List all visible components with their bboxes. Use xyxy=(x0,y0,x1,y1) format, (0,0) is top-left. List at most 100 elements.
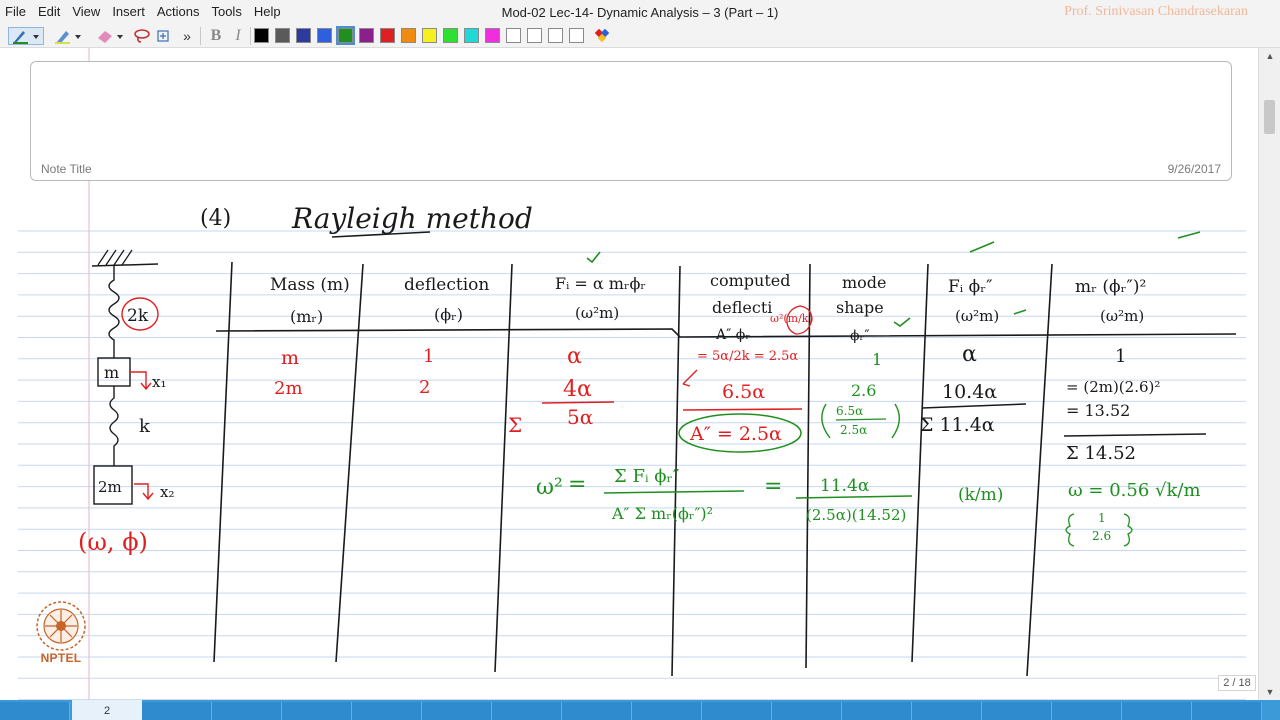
page-tab[interactable] xyxy=(702,702,772,720)
color-swatch[interactable] xyxy=(380,28,395,43)
mode-vector-2: 2.6 xyxy=(1092,529,1111,543)
row2-mphi-b: = 13.52 xyxy=(1066,401,1130,420)
color-swatch[interactable] xyxy=(317,28,332,43)
lasso-icon xyxy=(134,29,150,43)
eraser-tool-button[interactable] xyxy=(92,27,128,45)
color-swatch[interactable] xyxy=(464,28,479,43)
color-swatch[interactable] xyxy=(527,28,542,43)
pen-tool-button[interactable] xyxy=(8,27,44,45)
author-watermark: Prof. Srinivasan Chandrasekaran xyxy=(1064,4,1248,19)
col-computed-header: computed xyxy=(710,271,790,290)
vertical-scrollbar[interactable]: ▲ ▼ xyxy=(1258,48,1280,700)
col-fiphi-sub: (ω²m) xyxy=(955,307,999,325)
page-tab[interactable] xyxy=(982,702,1052,720)
row1-mode: 1 xyxy=(872,350,882,369)
page-tab[interactable] xyxy=(212,702,282,720)
page-tab[interactable] xyxy=(912,702,982,720)
menu-actions[interactable]: Actions xyxy=(152,0,207,24)
boxed-value: A″ = 2.5α xyxy=(689,423,782,445)
page-tab[interactable] xyxy=(562,702,632,720)
scroll-thumb[interactable] xyxy=(1264,100,1275,134)
col-mphi-header: mᵣ (ϕᵣ″)² xyxy=(1075,277,1146,297)
disp1-label: x₁ xyxy=(152,373,166,391)
page-tab[interactable] xyxy=(492,702,562,720)
formula-denominator: A″ Σ mᵣ(ϕᵣ″)² xyxy=(611,504,713,523)
col-computed-sub: deflecti xyxy=(712,298,772,317)
toolbar-separator xyxy=(250,27,251,45)
col-mass-sub: (mᵣ) xyxy=(290,307,323,326)
spring2-label: k xyxy=(139,416,151,437)
col-mode-sub2: ϕᵣ″ xyxy=(850,328,870,344)
lasso-tool-button[interactable] xyxy=(132,27,152,45)
sum-line-computed xyxy=(682,408,803,411)
row1-computed: = 5α/2k = 2.5α xyxy=(697,349,798,364)
row2-defl: 2 xyxy=(419,377,430,398)
mass1-label: m xyxy=(104,363,119,382)
menu-file[interactable]: File xyxy=(0,0,33,24)
color-swatch[interactable] xyxy=(422,28,437,43)
color-swatch[interactable] xyxy=(548,28,563,43)
page-tab[interactable] xyxy=(1192,702,1262,720)
omega-note: ω²(m/k) xyxy=(770,312,813,325)
sum-mphi: Σ 14.52 xyxy=(1066,443,1136,464)
color-swatch[interactable] xyxy=(359,28,374,43)
page-tab[interactable] xyxy=(422,702,492,720)
menu-insert[interactable]: Insert xyxy=(107,0,152,24)
col-computed-sub2: A″ ϕᵣ xyxy=(715,327,750,343)
note-title-box[interactable]: Note Title 9/26/2017 xyxy=(30,61,1232,181)
eraser-icon xyxy=(98,31,123,43)
nptel-logo-text: NPTEL xyxy=(40,651,82,665)
toolbar-overflow-button[interactable]: » xyxy=(180,27,194,45)
row2-computed: 6.5α xyxy=(722,381,765,403)
page-tab[interactable] xyxy=(772,702,842,720)
color-swatch[interactable] xyxy=(296,28,311,43)
col-mass-header: Mass (m) xyxy=(270,275,350,295)
page-tab[interactable] xyxy=(1052,702,1122,720)
col-defl-header: deflection xyxy=(404,275,489,295)
insert-space-button[interactable] xyxy=(154,27,174,45)
menu-view[interactable]: View xyxy=(67,0,107,24)
scroll-up-icon[interactable]: ▲ xyxy=(1259,48,1280,64)
result-numerator: 11.4α xyxy=(820,476,870,496)
color-swatch[interactable] xyxy=(254,28,269,43)
page-tab[interactable] xyxy=(1122,702,1192,720)
note-page[interactable]: (4) Rayleigh method 2k m x₁ k 2m x₂ (ω, … xyxy=(0,48,1258,700)
page-tab[interactable] xyxy=(632,702,702,720)
menu-help[interactable]: Help xyxy=(249,0,288,24)
italic-button[interactable]: I xyxy=(228,27,248,45)
note-title[interactable]: Note Title xyxy=(41,162,92,176)
col-mphi-sub: (ω²m) xyxy=(1100,307,1144,325)
more-colors-button[interactable] xyxy=(592,27,612,45)
menu-tools[interactable]: Tools xyxy=(206,0,248,24)
page-tab[interactable] xyxy=(352,702,422,720)
page-tab[interactable] xyxy=(282,702,352,720)
color-swatch[interactable] xyxy=(401,28,416,43)
color-swatch[interactable] xyxy=(443,28,458,43)
bold-button[interactable]: B xyxy=(206,27,226,45)
page-tab[interactable] xyxy=(142,702,212,720)
col-fi-header: Fᵢ = α mᵣϕᵣ xyxy=(555,274,646,293)
sum-line-fiphi xyxy=(921,403,1027,409)
highlighter-tool-button[interactable] xyxy=(50,27,86,45)
nptel-emblem-icon xyxy=(36,601,86,651)
row2-mass: 2m xyxy=(274,378,303,399)
color-swatch-selected[interactable] xyxy=(336,26,355,45)
insert-space-icon xyxy=(157,30,169,42)
page-indicator: 2 / 18 xyxy=(1218,675,1256,691)
current-page-tab[interactable]: 2 xyxy=(72,700,142,720)
note-date: 9/26/2017 xyxy=(1167,162,1221,176)
scroll-down-icon[interactable]: ▼ xyxy=(1259,684,1280,700)
page-tab[interactable] xyxy=(842,702,912,720)
highlighter-icon xyxy=(55,31,81,44)
page-tab[interactable] xyxy=(0,702,70,720)
heading-text: Rayleigh method xyxy=(291,202,533,235)
color-swatch[interactable] xyxy=(275,28,290,43)
color-swatch[interactable] xyxy=(485,28,500,43)
ratio-bottom: 2.5α xyxy=(840,423,867,437)
color-swatch[interactable] xyxy=(506,28,521,43)
row1-fiphi: α xyxy=(962,342,977,367)
menu-edit[interactable]: Edit xyxy=(33,0,67,24)
color-swatch[interactable] xyxy=(569,28,584,43)
spring1-label: 2k xyxy=(127,306,149,326)
journal-window: File Edit View Insert Actions Tools Help… xyxy=(0,0,1280,720)
